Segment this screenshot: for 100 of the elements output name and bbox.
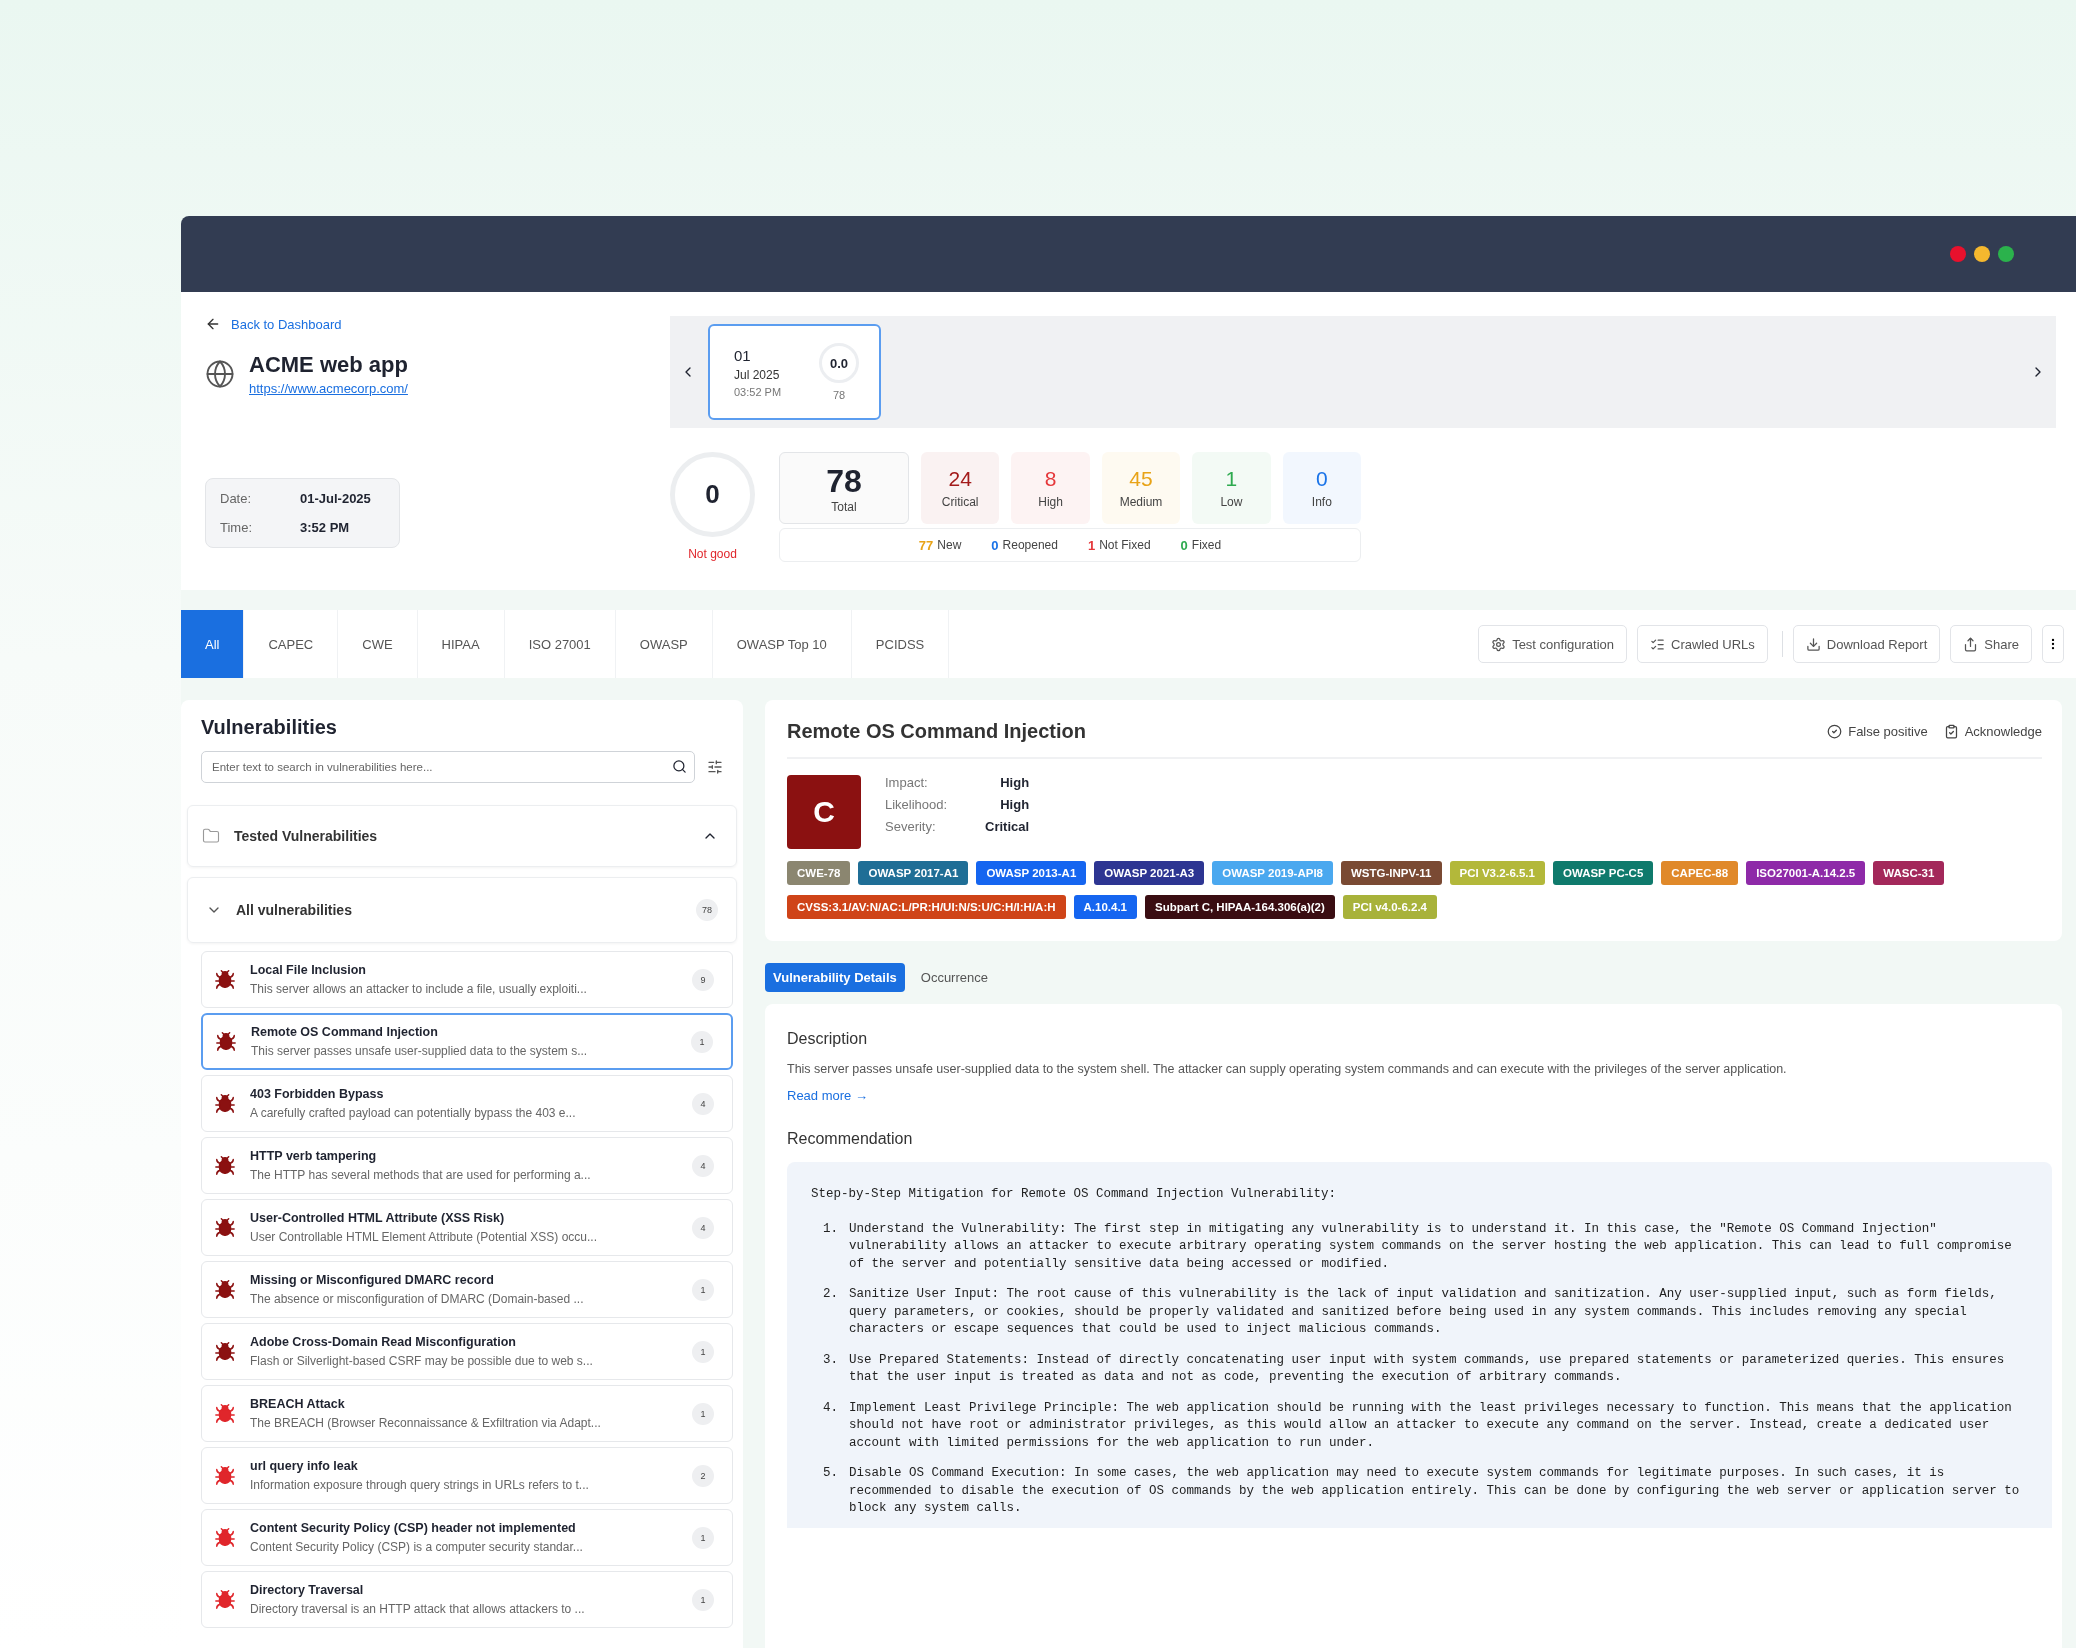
panel-title: Vulnerabilities bbox=[200, 716, 338, 739]
status-label: New bbox=[937, 537, 962, 553]
vulnerability-title: Adobe Cross-Domain Read Misconfiguration bbox=[250, 1335, 517, 1349]
step-text: Sanitize User Input: The root cause of this vulnerability is the lack of input validation and sanitization. Any user-supplied input, such as form fields, query parameters, or cookies, should be properly validated and sanitized before being used in any system commands. This includes removing any special characters or escape sequences that could be used to inject malicious commands. bbox=[849, 1286, 1998, 1338]
count-pill: 78 bbox=[696, 899, 718, 921]
status-label: Fixed bbox=[1191, 537, 1222, 553]
vulnerability-item[interactable]: HTTP verb tampering The HTTP has several methods that are used for performing a... 4 bbox=[201, 1137, 733, 1194]
detail-title: Remote OS Command Injection bbox=[787, 720, 1087, 743]
vulnerability-item[interactable]: url query info leak Information exposure through query strings in URLs refers to t... 2 bbox=[201, 1447, 733, 1504]
vulnerability-summary: This server allows an attacker to include a file, usually exploiti... bbox=[250, 982, 588, 996]
vulnerability-item[interactable]: User-Controlled HTML Attribute (XSS Risk) User Controllable HTML Element Attribute (Potential XSS) occu... 4 bbox=[201, 1199, 733, 1256]
vulnerability-item[interactable]: Directory Traversal Directory traversal is an HTTP attack that allows attackers to ... 1 bbox=[201, 1571, 733, 1628]
read-more-link[interactable]: Read more → bbox=[787, 1088, 868, 1103]
step-number: 3. bbox=[823, 1351, 839, 1369]
download-icon bbox=[1805, 636, 1821, 652]
date-value: 01-Jul-2025 bbox=[300, 491, 372, 506]
scan-day: 01 bbox=[734, 346, 782, 364]
scan-count: 78 bbox=[832, 389, 846, 401]
share-button[interactable]: Share bbox=[1950, 625, 2032, 663]
folder-icon bbox=[202, 827, 220, 845]
vulnerability-title: Missing or Misconfigured DMARC record bbox=[250, 1273, 495, 1287]
fact-label: Severity: bbox=[885, 819, 937, 834]
score-ring: 0 bbox=[670, 452, 755, 537]
detail-tab[interactable]: Occurrence bbox=[912, 963, 996, 992]
standard-tag: WASC-31 bbox=[1873, 861, 1945, 885]
vulnerability-title: Content Security Policy (CSP) header not implemented bbox=[250, 1521, 577, 1535]
count-pill: 4 bbox=[692, 1092, 714, 1115]
step-text: Disable OS Command Execution: In some cases, the web application may need to execute system commands for legitimate purposes. In such cases, it is recommended to disable the execution of OS commands by the web application entirely. This can be done by configuring the web server or application server to block any system calls. bbox=[849, 1465, 2021, 1517]
vulnerability-summary: User Controllable HTML Element Attribute (Potential XSS) occu... bbox=[250, 1230, 599, 1244]
filter-icon[interactable] bbox=[707, 759, 723, 775]
count-pill: 2 bbox=[692, 1464, 714, 1487]
window-control-dot[interactable] bbox=[1950, 246, 1966, 262]
app-url-link[interactable]: https://www.acmecorp.com/ bbox=[249, 381, 408, 396]
vulnerability-summary: A carefully crafted payload can potentially bypass the 403 e... bbox=[250, 1106, 577, 1120]
standard-tag: ISO27001-A.14.2.5 bbox=[1746, 861, 1866, 885]
vulnerability-summary: Directory traversal is an HTTP attack that allows attackers to ... bbox=[250, 1602, 586, 1616]
vulnerability-title: Remote OS Command Injection bbox=[251, 1025, 439, 1039]
search-field[interactable]: Enter text to search in vulnerabilities here... bbox=[201, 751, 695, 783]
standard-tag: A.10.4.1 bbox=[1073, 895, 1138, 919]
window-control-dot[interactable] bbox=[1998, 246, 2014, 262]
window-control-dot[interactable] bbox=[1974, 246, 1990, 262]
vulnerability-summary: The HTTP has several methods that are used for performing a... bbox=[250, 1168, 592, 1182]
false-positive-button[interactable]: False positive bbox=[1827, 724, 1928, 739]
severity-label: High bbox=[1038, 495, 1063, 509]
vulnerability-item[interactable]: BREACH Attack The BREACH (Browser Reconnaissance & Exfiltration via Adapt... 1 bbox=[201, 1385, 733, 1442]
step-number: 4. bbox=[823, 1399, 839, 1417]
scan-card[interactable]: 01 Jul 2025 03:52 PM 0.0 78 bbox=[708, 324, 881, 420]
severity-label: Low bbox=[1220, 495, 1243, 509]
count-pill: 1 bbox=[692, 1340, 714, 1363]
download-button[interactable]: Download Report bbox=[1792, 625, 1941, 663]
count-pill: 1 bbox=[692, 1278, 714, 1301]
vulnerability-item[interactable]: Local File Inclusion This server allows an attacker to include a file, usually exploiti... 9 bbox=[201, 951, 733, 1008]
step-text: Use Prepared Statements: Instead of directly concatenating user input with system commands, use prepared statements or parameterized queries. This ensures that the user input is treated as data and not as code, preventing the execution of arbitrary commands. bbox=[849, 1351, 2006, 1386]
category-header[interactable]: All vulnerabilities 78 bbox=[187, 877, 737, 943]
vulnerability-item[interactable]: Missing or Misconfigured DMARC record The absence or misconfiguration of DMARC (Domain-based ... 1 bbox=[201, 1261, 733, 1318]
group-header[interactable]: Tested Vulnerabilities bbox=[187, 805, 737, 867]
severity-label: Critical bbox=[941, 495, 979, 509]
clipboard-check-icon bbox=[1943, 724, 1959, 739]
fact-label: Impact: bbox=[885, 775, 929, 790]
configuration-button[interactable]: Test configuration bbox=[1478, 625, 1628, 663]
vulnerability-item[interactable]: Content Security Policy (CSP) header not implemented Content Security Policy (CSP) is a computer security standar... 1 bbox=[201, 1509, 733, 1566]
severity-label: Medium bbox=[1119, 495, 1163, 509]
back-link[interactable]: Back to Dashboard bbox=[205, 316, 342, 332]
scan-score: 0.0 bbox=[819, 343, 859, 383]
standard-tag: PCI V3.2-6.5.1 bbox=[1449, 861, 1545, 885]
settings-icon bbox=[1491, 636, 1507, 652]
vulnerability-item[interactable]: 403 Forbidden Bypass A carefully crafted payload can potentially bypass the 403 e... 4 bbox=[201, 1075, 733, 1132]
standard-tab[interactable]: All bbox=[181, 610, 245, 678]
severity-count: 24 bbox=[948, 467, 972, 491]
standard-tag: OWASP PC-C5 bbox=[1552, 861, 1654, 885]
vulnerability-item[interactable]: Remote OS Command Injection This server passes unsafe user-supplied data to the system s... 1 bbox=[201, 1013, 733, 1070]
total-label: Total bbox=[831, 499, 857, 514]
section-heading: Description bbox=[787, 1030, 869, 1048]
share-icon bbox=[1963, 636, 1979, 652]
standard-tag: WSTG-INPV-11 bbox=[1341, 861, 1442, 885]
scan-time: 03:52 PM bbox=[734, 385, 782, 398]
count-pill: 1 bbox=[691, 1030, 713, 1053]
scan-month: Jul 2025 bbox=[734, 367, 781, 382]
crawled-urls-button[interactable]: Crawled URLs bbox=[1637, 625, 1768, 663]
vulnerability-item[interactable]: Adobe Cross-Domain Read Misconfiguration Flash or Silverlight-based CSRF may be possible due to web s... 1 bbox=[201, 1323, 733, 1380]
grade-badge: C bbox=[787, 775, 861, 849]
section-heading: Recommendation bbox=[787, 1130, 914, 1148]
standard-tag: CAPEC-88 bbox=[1661, 861, 1739, 885]
vulnerability-title: Directory Traversal bbox=[250, 1583, 365, 1597]
vulnerability-summary: The BREACH (Browser Reconnaissance & Exfiltration via Adapt... bbox=[250, 1416, 602, 1430]
vulnerability-summary: Content Security Policy (CSP) is a computer security standar... bbox=[250, 1540, 584, 1554]
standard-tag: CWE-78 bbox=[787, 861, 851, 885]
standard-tag: CVSS:3.1/AV:N/AC:L/PR:H/UI:N/S:U/C:H/I:H/A:H bbox=[787, 895, 1066, 919]
step-text: Understand the Vulnerability: The first step in mitigating any vulnerability is to understand it. In this case, the "Remote OS Command Injection" vulnerability allows an attacker to execute arbitrary operating system commands on the server hosting the web application. This can lead to full compromise of the server and potentially sensitive data being accessed or modified. bbox=[849, 1220, 2013, 1273]
date-label: Date: bbox=[220, 491, 253, 506]
fact-value: Critical bbox=[985, 819, 1030, 834]
count-pill: 1 bbox=[692, 1588, 714, 1611]
globe-icon bbox=[205, 359, 235, 389]
status-count: 0 bbox=[1180, 537, 1188, 553]
category-label: All vulnerabilities bbox=[236, 902, 353, 918]
score-caption: Not good bbox=[688, 547, 737, 561]
detail-tab[interactable]: Vulnerability Details bbox=[765, 963, 905, 992]
step-number: 5. bbox=[823, 1465, 839, 1482]
vulnerability-summary: Information exposure through query strings in URLs refers to t... bbox=[250, 1478, 590, 1492]
acknowledge-button[interactable]: Acknowledge bbox=[1943, 724, 2042, 739]
